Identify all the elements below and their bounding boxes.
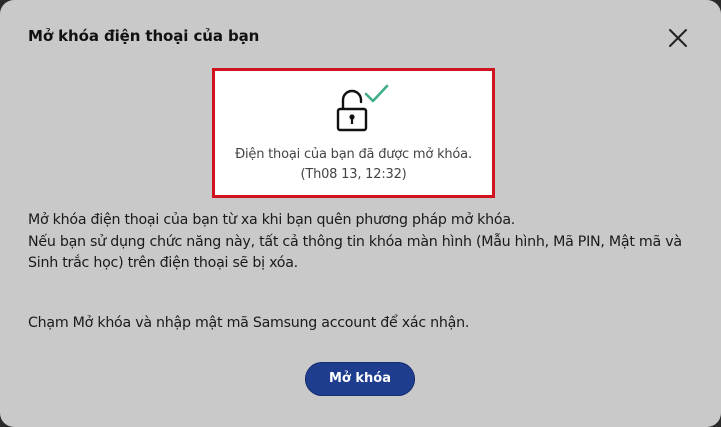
dialog-title: Mở khóa điện thoại của bạn — [28, 27, 260, 45]
close-icon — [669, 29, 687, 47]
unlock-status-panel: Điện thoại của bạn đã được mở khóa. (Th0… — [212, 68, 495, 198]
unlock-dialog: Mở khóa điện thoại của bạn Điện thoại củ… — [0, 0, 721, 427]
description-line-3: Sinh trắc học) trên điện thoại sẽ bị xóa… — [28, 255, 298, 271]
unlocked-padlock-check-icon — [336, 84, 389, 132]
description-line-1: Mở khóa điện thoại của bạn từ xa khi bạn… — [28, 212, 516, 228]
description-line-2: Nếu bạn sử dụng chức năng này, tất cả th… — [28, 234, 682, 250]
instruction-text: Chạm Mở khóa và nhập mật mã Samsung acco… — [28, 315, 470, 331]
status-message: Điện thoại của bạn đã được mở khóa. — [235, 147, 472, 162]
close-button[interactable] — [664, 24, 692, 52]
status-timestamp: (Th08 13, 12:32) — [300, 167, 407, 182]
unlock-button[interactable]: Mở khóa — [305, 362, 415, 396]
